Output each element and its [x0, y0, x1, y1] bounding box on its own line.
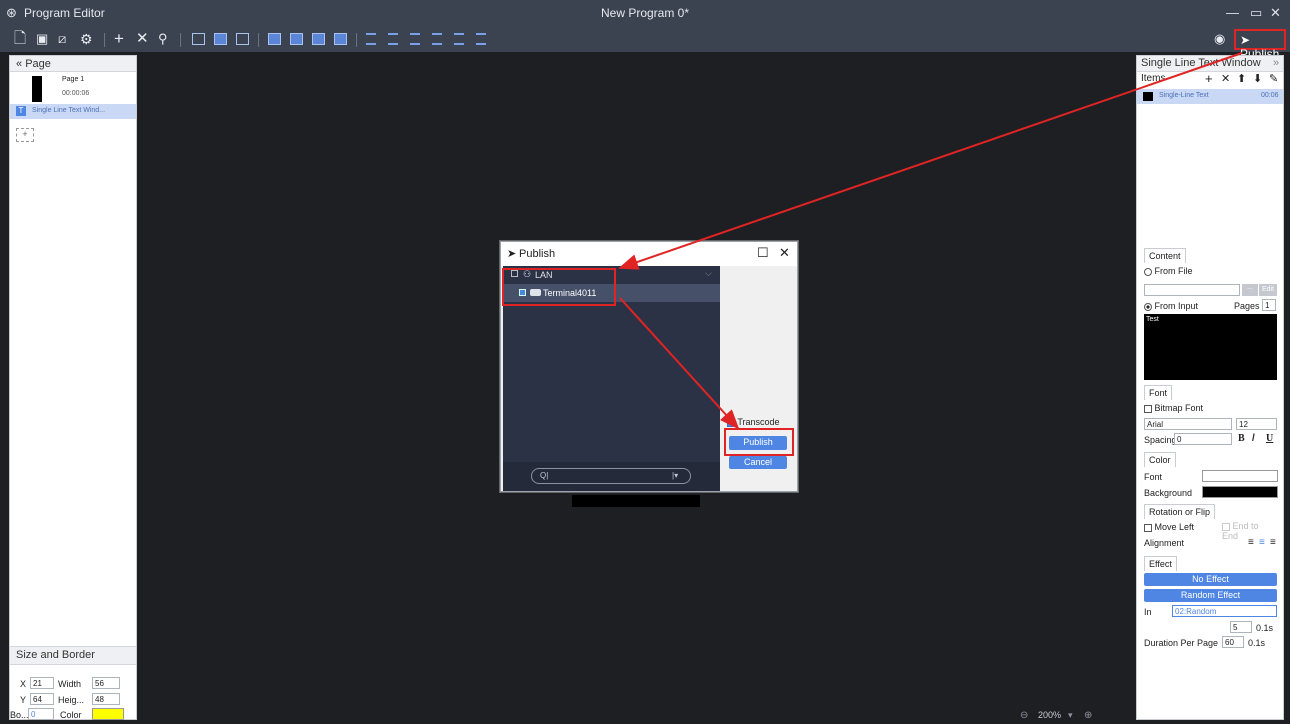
annotation-arrows [618, 52, 1243, 430]
arrow-terminal-to-publish [619, 297, 740, 430]
arrow-publish-to-terminal [618, 52, 1243, 270]
